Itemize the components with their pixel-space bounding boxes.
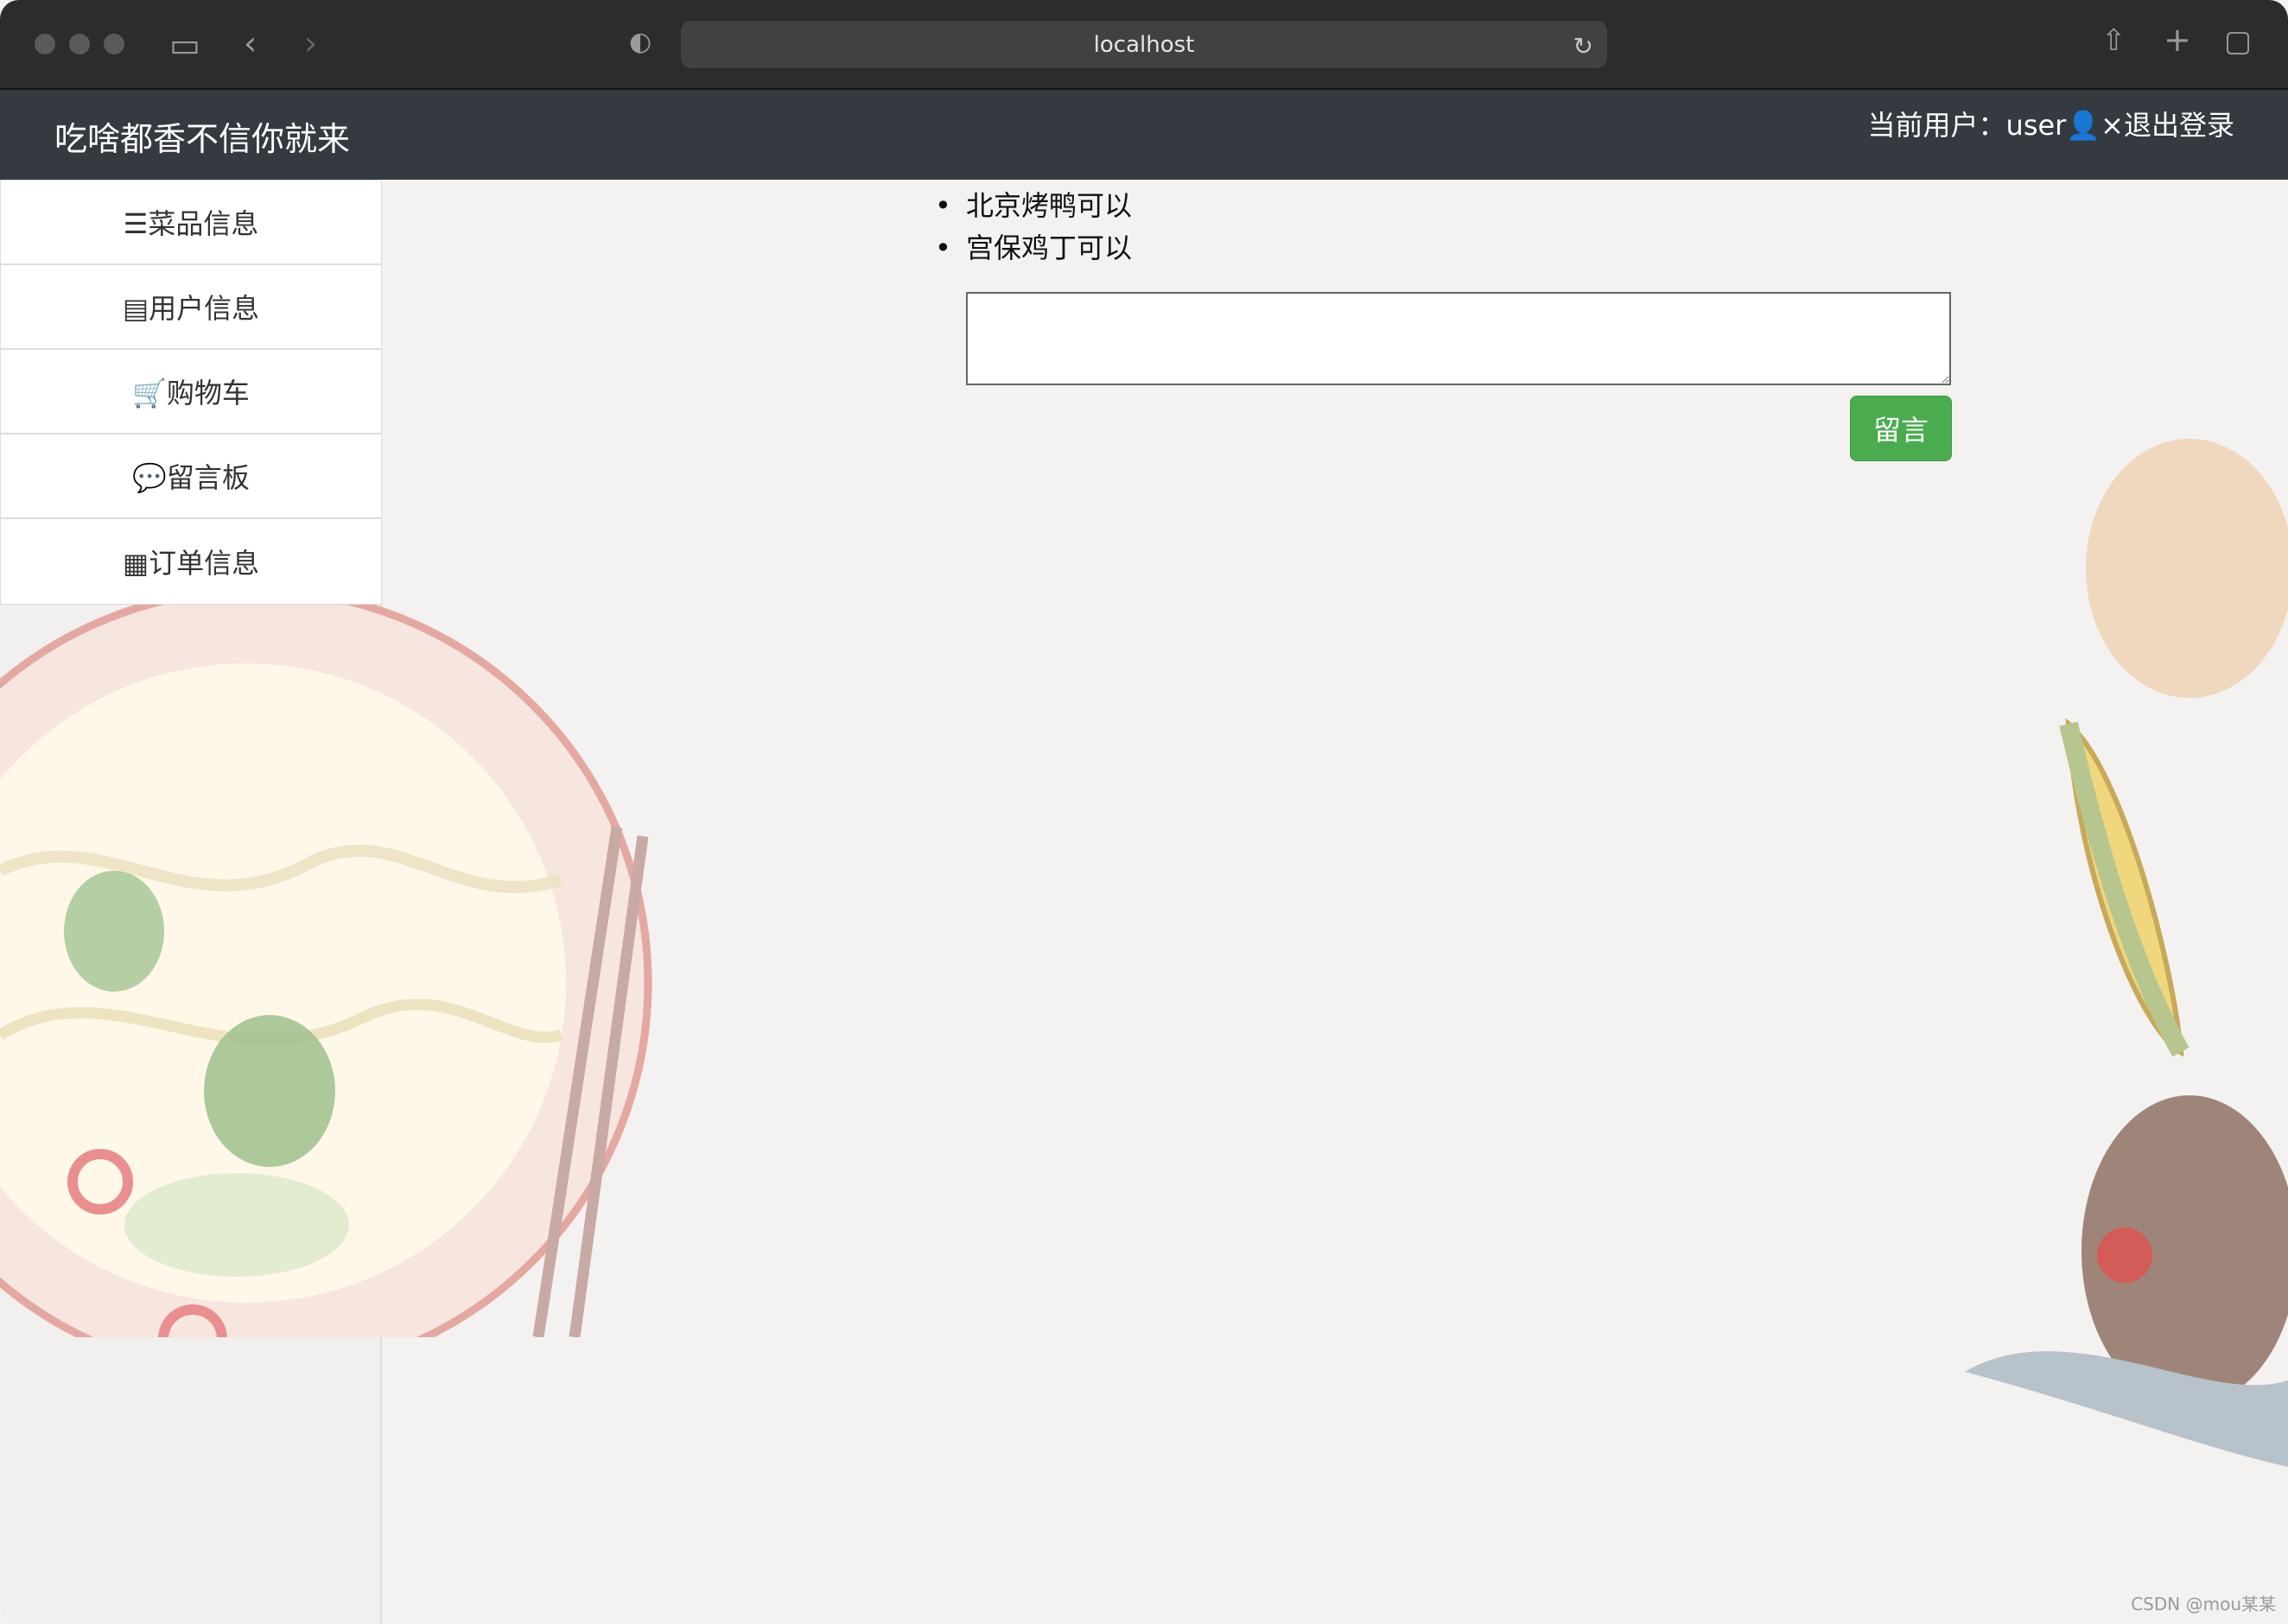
vegetable-illustration: [1965, 439, 2288, 1467]
minimize-window-button[interactable]: [69, 34, 90, 54]
site-header: 吃啥都香不信你就来 当前用户：user👤×退出登录: [0, 90, 2288, 180]
message-item: 北京烤鸭可以: [935, 185, 1132, 227]
user-remove-icon: 👤×: [2066, 109, 2124, 142]
url-text[interactable]: localhost: [681, 32, 1607, 58]
current-user-label: 当前用户：: [1867, 109, 2006, 142]
order-list-icon: ▦: [122, 547, 149, 580]
sidebar-item-dishes[interactable]: ☰菜品信息: [1, 181, 381, 265]
back-icon[interactable]: ‹: [244, 27, 257, 60]
tabs-overview-icon[interactable]: ▢: [2224, 27, 2252, 56]
message-item: 宫保鸡丁可以: [935, 227, 1132, 270]
sidebar: ☰菜品信息 ▤用户信息 🛒购物车 💬留言板 ▦订单信息: [0, 180, 652, 1624]
address-bar[interactable]: localhost ↻: [681, 21, 1607, 68]
csdn-watermark: CSDN @mou某某: [2131, 1594, 2276, 1614]
main-navigation: ☰菜品信息 ▤用户信息 🛒购物车 💬留言板 ▦订单信息: [0, 180, 382, 605]
sidebar-item-message-board[interactable]: 💬留言板: [1, 435, 381, 519]
list-icon: ☰: [123, 207, 149, 240]
username: user: [2005, 109, 2067, 142]
forward-icon[interactable]: ›: [304, 27, 317, 60]
share-icon[interactable]: ⇧: [2101, 26, 2126, 55]
id-card-icon: ▤: [122, 292, 149, 325]
current-user-area: 当前用户：user👤×退出登录: [1868, 104, 2234, 143]
zoom-window-button[interactable]: [104, 34, 124, 54]
logout-button[interactable]: 退出登录: [2124, 104, 2234, 143]
privacy-shield-icon[interactable]: ◐: [629, 29, 651, 55]
sidebar-item-orders[interactable]: ▦订单信息: [1, 519, 381, 604]
message-input[interactable]: [966, 292, 1951, 385]
message-board-content: 北京烤鸭可以 宫保鸡丁可以 留言: [384, 180, 2288, 1624]
browser-window: ▭ ‹ › ◐ localhost ↻ ⇧ + ▢ 吃啥都香不信你就来 当前用户…: [0, 0, 2288, 1624]
reload-icon[interactable]: ↻: [1573, 32, 1593, 60]
site-brand[interactable]: 吃啥都香不信你就来: [54, 112, 350, 160]
new-tab-icon[interactable]: +: [2164, 23, 2191, 56]
comment-icon: 💬: [132, 461, 167, 494]
submit-message-button[interactable]: 留言: [1850, 396, 1952, 461]
message-list: 北京烤鸭可以 宫保鸡丁可以: [935, 185, 1132, 270]
browser-toolbar: ▭ ‹ › ◐ localhost ↻ ⇧ + ▢: [0, 0, 2288, 90]
sidebar-item-cart[interactable]: 🛒购物车: [1, 350, 381, 435]
close-window-button[interactable]: [35, 34, 55, 54]
sidebar-item-user-info[interactable]: ▤用户信息: [1, 265, 381, 350]
cart-icon: 🛒: [132, 377, 167, 409]
sidebar-toggle-icon[interactable]: ▭: [169, 29, 200, 61]
